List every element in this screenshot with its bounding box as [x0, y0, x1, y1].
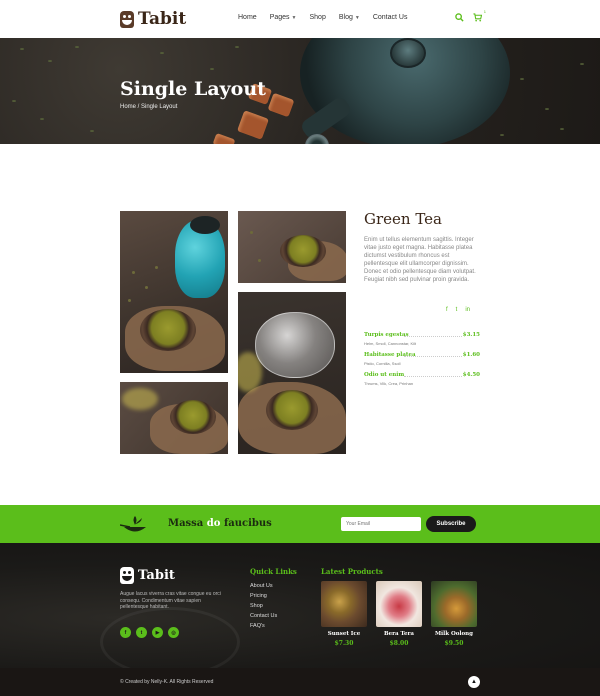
nav-contact[interactable]: Contact Us [373, 14, 408, 21]
list-item: Turpis egestas $3.15 Helm, Smoll, Cannon… [364, 332, 480, 351]
footer-link[interactable]: Shop [250, 601, 277, 611]
footer-link[interactable]: FAQ's [250, 621, 277, 631]
cart-icon[interactable]: 1 [473, 9, 486, 24]
price-item-price: $3.15 [462, 332, 480, 338]
nav-label: Blog [338, 14, 353, 21]
latest-products-heading: Latest Products [321, 567, 383, 576]
nav-label: Shop [309, 14, 326, 21]
footer-link[interactable]: Contact Us [250, 611, 277, 621]
search-icon[interactable] [455, 13, 464, 24]
email-field[interactable] [341, 517, 421, 531]
product-image [321, 581, 367, 627]
facebook-icon[interactable]: f [446, 307, 448, 313]
product-description: Enim ut tellus elementum sagittis. Integ… [364, 237, 476, 283]
nav-label: Pages [269, 14, 290, 21]
nav-blog[interactable]: Blog ▼ [339, 14, 360, 21]
chevron-down-icon: ▼ [354, 14, 360, 21]
newsletter-title-part: Massa [168, 518, 204, 529]
nav-label: Home [238, 14, 257, 21]
nav-home[interactable]: Home [238, 14, 257, 21]
price-item-ingredients: Thrums, Vilk, Crea, Prinhan [364, 381, 414, 386]
facebook-icon[interactable]: f [120, 627, 131, 638]
product-image [376, 581, 422, 627]
product-name: Bera Tera [384, 631, 414, 637]
price-item-ingredients: Helm, Smoll, Cannonstar, Kilt [364, 341, 417, 346]
footer-link[interactable]: Pricing [250, 591, 277, 601]
newsletter-title-part: faucibus [223, 518, 272, 529]
main-nav: Home Pages ▼ Shop Blog ▼ Contact Us [238, 14, 420, 21]
product-price: $8.00 [389, 640, 409, 647]
copyright-bar: © Created by Nelly-K. All Rights Reserve… [0, 668, 600, 696]
list-item: Odio ut enim $4.50 Thrums, Vilk, Crea, P… [364, 372, 480, 391]
back-to-top-button[interactable]: ▲ [468, 676, 480, 688]
page-title: Single Layout [120, 78, 266, 100]
bear-logo-icon [120, 567, 134, 584]
price-item-name: Turpis egestas [364, 332, 409, 338]
subscribe-button[interactable]: Subscribe [426, 516, 476, 532]
chevron-down-icon: ▼ [291, 14, 297, 21]
nav-label: Contact Us [372, 14, 408, 21]
site-footer: Tabit Augue lacus viverra cras vitae con… [0, 543, 600, 668]
footer-logo-text: Tabit [138, 568, 175, 583]
copyright-text: © Created by Nelly-K. All Rights Reserve… [120, 679, 214, 685]
list-item: Habitasse platea $1.60 Pistio, Cornilla,… [364, 352, 480, 371]
breadcrumb[interactable]: Home / Single Layout [120, 104, 177, 110]
footer-social-icons: f t ▶ ◎ [120, 627, 179, 638]
price-item-price: $1.60 [462, 352, 480, 358]
quick-links: About Us Pricing Shop Contact Us FAQ's [250, 581, 277, 631]
header-icons: 1 [455, 9, 486, 24]
nav-pages[interactable]: Pages ▼ [270, 14, 297, 21]
share-icons: f t in [446, 307, 470, 313]
product-name: Milk Oolong [434, 631, 474, 637]
product-card[interactable]: Bera Tera $8.00 [376, 581, 422, 647]
product-card[interactable]: Milk Oolong $9.50 [431, 581, 477, 647]
gallery-image-tea-bowl[interactable] [238, 211, 346, 283]
gallery-image-matcha[interactable] [120, 382, 228, 454]
price-item-name: Odio ut enim [364, 372, 405, 378]
price-item-price: $4.50 [462, 372, 480, 378]
bear-logo-icon [120, 10, 134, 28]
footer-logo[interactable]: Tabit [120, 567, 175, 584]
product-card[interactable]: Sunset Ice $7.30 [321, 581, 367, 647]
chevron-up-icon: ▲ [471, 679, 477, 685]
instagram-icon[interactable]: ◎ [168, 627, 179, 638]
price-item-ingredients: Pistio, Cornilla, Ssoll [364, 361, 401, 366]
youtube-icon[interactable]: ▶ [152, 627, 163, 638]
glass-teapot [255, 312, 335, 378]
page-hero-banner: Single Layout Home / Single Layout [0, 38, 600, 144]
logo[interactable]: Tabit [120, 9, 186, 29]
product-image [431, 581, 477, 627]
newsletter-bar: Massa do faucibus Subscribe [0, 505, 600, 543]
twitter-icon[interactable]: t [456, 307, 458, 313]
product-price: $7.30 [334, 640, 354, 647]
site-header: Tabit Home Pages ▼ Shop Blog ▼ Contact Us … [0, 0, 600, 38]
product-name: Sunset Ice [327, 631, 361, 637]
price-item-name: Habitasse platea [364, 352, 416, 358]
linkedin-icon[interactable]: in [465, 307, 470, 313]
product-price: $9.50 [444, 640, 464, 647]
product-title: Green Tea [364, 210, 442, 228]
footer-about: Augue lacus viverra cras vitae congue eu… [120, 591, 221, 610]
quick-links-heading: Quick Links [250, 567, 297, 576]
newsletter-title-highlight: do [206, 518, 221, 529]
footer-link[interactable]: About Us [250, 581, 277, 591]
nav-shop[interactable]: Shop [310, 14, 326, 21]
twitter-icon[interactable]: t [136, 627, 147, 638]
logo-text: Tabit [138, 9, 187, 29]
tea-bowl-icon [120, 516, 146, 532]
price-list: Turpis egestas $3.15 Helm, Smoll, Cannon… [364, 332, 480, 392]
cart-count-badge: 1 [483, 9, 486, 14]
newsletter-title: Massa do faucibus [168, 518, 272, 529]
